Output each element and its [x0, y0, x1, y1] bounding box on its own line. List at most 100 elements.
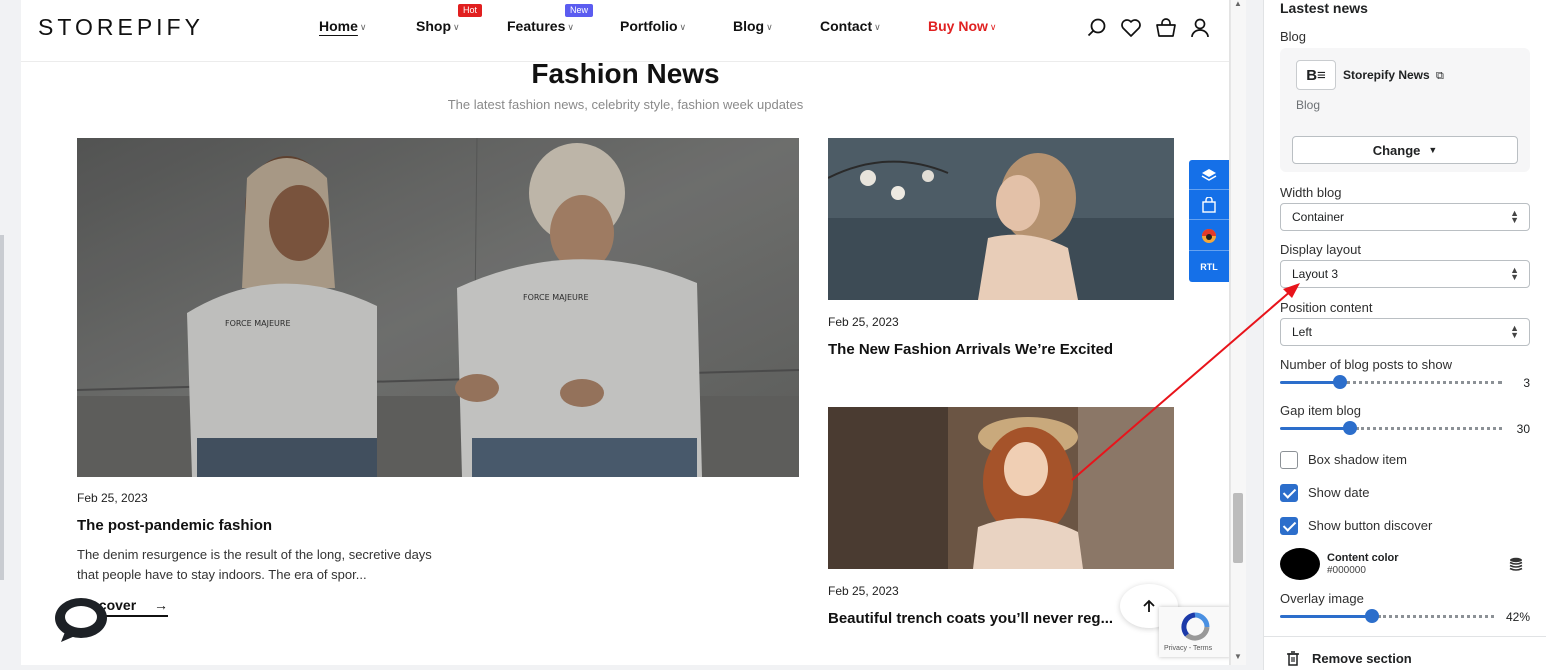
checkbox-box[interactable] [1280, 484, 1298, 502]
left-gutter [0, 0, 21, 670]
site-logo[interactable]: STOREPIFY [38, 14, 204, 41]
chat-bubble-icon[interactable] [51, 594, 111, 644]
slider-thumb[interactable] [1365, 609, 1379, 623]
scroll-down-icon[interactable]: ▼ [1234, 652, 1242, 661]
chevron-down-icon: ∨ [874, 22, 881, 32]
posts-count-value: 3 [1523, 376, 1530, 390]
posts-count-label: Number of blog posts to show [1280, 357, 1452, 372]
nav-portfolio[interactable]: Portfolio ∨ [620, 18, 686, 34]
blog-type: Blog [1296, 98, 1321, 112]
slider-track [1378, 615, 1494, 618]
search-icon[interactable] [1085, 16, 1109, 40]
trash-icon [1287, 651, 1299, 666]
position-content-select[interactable]: Left ▲ ▼ [1280, 318, 1530, 346]
nav-features[interactable]: New Features ∨ [507, 4, 594, 34]
post-title[interactable]: Beautiful trench coats you’ll never reg.… [828, 610, 1113, 627]
section-title: Fashion News [531, 58, 720, 89]
select-arrows-icon: ▲ ▼ [1510, 208, 1519, 225]
fashion-photo: FORCE MAJEURE FORCE MAJEURE [77, 138, 799, 477]
chevron-down-icon: ∨ [766, 22, 773, 32]
slider-fill [1280, 615, 1372, 618]
overlay-image-value: 42% [1505, 610, 1530, 624]
box-shadow-label: Box shadow item [1308, 452, 1407, 467]
new-badge: New [565, 4, 594, 17]
nav-home-label: Home [319, 18, 358, 34]
preview-scrollbar[interactable]: ▲ ▼ [1230, 0, 1246, 665]
color-palette-icon [1202, 228, 1216, 243]
rtl-label: RTL [1200, 262, 1218, 272]
gap-item-label: Gap item blog [1280, 403, 1361, 418]
nav-buy-now-label: Buy Now [928, 18, 988, 34]
layers-button[interactable] [1189, 160, 1229, 190]
slider-thumb[interactable] [1333, 375, 1347, 389]
scroll-up-icon[interactable]: ▲ [1234, 0, 1242, 8]
color-palette-button[interactable] [1189, 221, 1229, 251]
gutter-scrollbar[interactable] [0, 235, 4, 580]
post-image-small[interactable] [828, 138, 1174, 300]
remove-section-button[interactable]: Remove section [1264, 636, 1546, 670]
user-icon[interactable] [1188, 16, 1212, 40]
recaptcha-badge[interactable]: Privacy - Terms [1159, 607, 1229, 657]
rtl-button[interactable]: RTL [1189, 252, 1229, 282]
woman-hat-photo [828, 407, 1174, 569]
nav-home[interactable]: Home ∨ [319, 18, 367, 34]
heart-icon[interactable] [1119, 16, 1143, 40]
blog-picker-card: B≡ Storepify News ⧉ Blog Change ▼ [1280, 48, 1530, 172]
woman-flowers-photo [828, 138, 1174, 300]
nav-blog-label: Blog [733, 18, 765, 34]
position-content-value: Left [1292, 325, 1313, 339]
width-blog-value: Container [1292, 210, 1345, 224]
content-color-value: #000000 [1327, 565, 1366, 576]
chevron-down-icon: ∨ [567, 22, 574, 32]
external-link-icon: ⧉ [1436, 70, 1444, 82]
nav-blog[interactable]: Blog ∨ [733, 18, 773, 34]
nav-shop-label: Shop [416, 18, 451, 34]
gap-item-slider[interactable] [1280, 421, 1502, 435]
slider-fill [1280, 381, 1340, 384]
post-title[interactable]: The post-pandemic fashion [77, 517, 272, 534]
blog-icon: B≡ [1296, 60, 1336, 90]
arrow-right-icon: → [154, 597, 169, 613]
overlay-image-slider[interactable] [1280, 609, 1494, 623]
change-label: Change [1372, 142, 1421, 158]
scroll-thumb[interactable] [1233, 493, 1243, 563]
nav-features-label: Features [507, 18, 566, 34]
post-image-large[interactable]: FORCE MAJEURE FORCE MAJEURE [77, 138, 799, 477]
recaptcha-terms[interactable]: Privacy - Terms [1164, 645, 1212, 652]
post-title[interactable]: The New Fashion Arrivals We’re Excited [828, 341, 1113, 358]
nav-shop[interactable]: Hot Shop ∨ [416, 4, 483, 34]
content-color-swatch[interactable] [1280, 548, 1320, 580]
nav-contact[interactable]: Contact ∨ [820, 18, 881, 34]
panel-heading: Lastest news [1280, 0, 1368, 16]
width-blog-label: Width blog [1280, 185, 1342, 200]
post-excerpt: The denim resurgence is the result of th… [77, 545, 507, 585]
blog-name[interactable]: Storepify News ⧉ [1343, 68, 1444, 83]
slider-thumb[interactable] [1343, 421, 1357, 435]
change-blog-button[interactable]: Change ▼ [1292, 136, 1518, 164]
slider-track [1356, 427, 1502, 430]
blog-label: Blog [1280, 29, 1307, 44]
arrow-up-icon [1143, 599, 1155, 612]
post-excerpt-line: that people have to stay indoors. The er… [77, 567, 367, 582]
checkbox-box[interactable] [1280, 517, 1298, 535]
editor-screen: STOREPIFY Home ∨ Hot Shop ∨ New Features ∨ … [0, 0, 1546, 670]
recaptcha-icon [1181, 612, 1210, 641]
hot-badge: Hot [458, 4, 483, 17]
box-shadow-checkbox[interactable]: Box shadow item [1280, 451, 1520, 469]
posts-count-slider[interactable] [1280, 375, 1502, 389]
database-icon[interactable] [1508, 556, 1524, 572]
display-layout-select[interactable]: Layout 3 ▲ ▼ [1280, 260, 1530, 288]
section-subtitle: The latest fashion news, celebrity style… [447, 97, 804, 112]
select-arrows-icon: ▲ ▼ [1510, 323, 1519, 340]
show-date-checkbox[interactable]: Show date [1280, 484, 1520, 502]
post-image-small[interactable] [828, 407, 1174, 569]
post-date: Feb 25, 2023 [828, 315, 899, 329]
width-blog-select[interactable]: Container ▲ ▼ [1280, 203, 1530, 231]
bag-button[interactable] [1189, 190, 1229, 220]
settings-panel: Lastest news Blog B≡ Storepify News ⧉ Bl… [1263, 0, 1546, 670]
checkbox-box[interactable] [1280, 451, 1298, 469]
caret-down-icon: ▼ [1428, 145, 1438, 155]
show-discover-checkbox[interactable]: Show button discover [1280, 517, 1520, 535]
nav-buy-now[interactable]: Buy Now ∨ [928, 18, 996, 34]
cart-icon[interactable] [1154, 16, 1178, 40]
